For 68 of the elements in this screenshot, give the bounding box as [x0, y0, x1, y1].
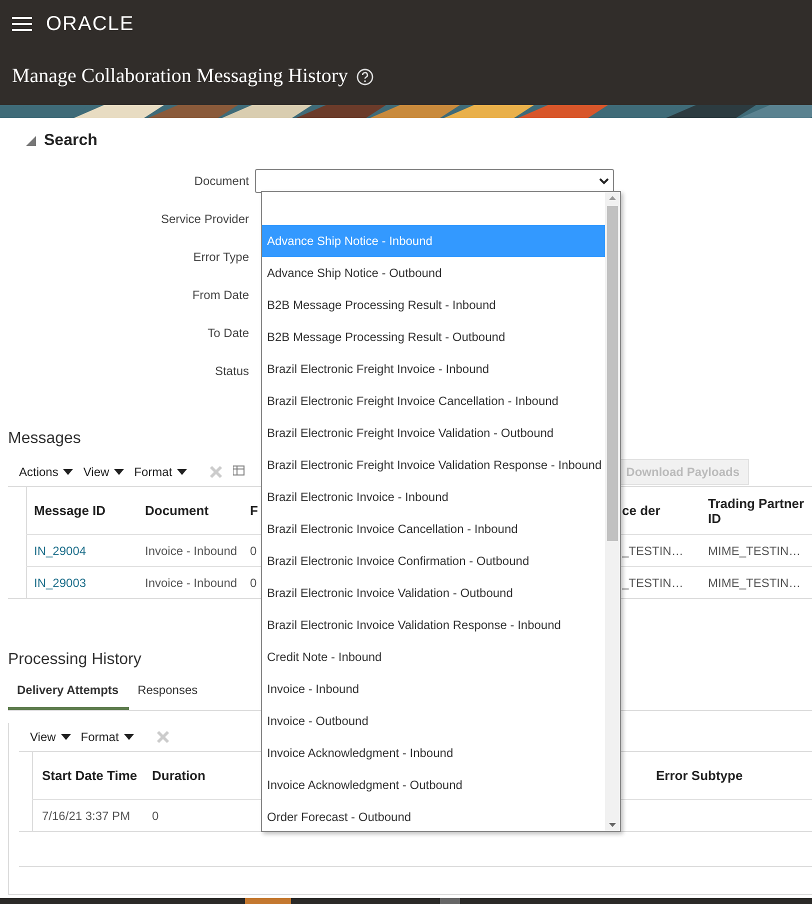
tab[interactable]: Responses	[128, 679, 208, 710]
dropdown-option[interactable]: Brazil Electronic Freight Invoice Validation Response - Inbound	[262, 449, 605, 481]
column-header[interactable]: Document	[137, 487, 250, 534]
dropdown-option[interactable]: Brazil Electronic Freight Invoice Validation - Outbound	[262, 417, 605, 449]
section-title: Processing History	[8, 651, 142, 669]
caret-icon	[60, 734, 71, 740]
dropdown-option[interactable]: Brazil Electronic Invoice Validation Response - Inbound	[262, 609, 605, 641]
help-icon[interactable]	[356, 68, 374, 86]
field-label: From Date	[191, 288, 250, 302]
table-cell: MIME_TESTIN…	[700, 566, 812, 598]
column-header[interactable]: Message ID	[26, 487, 137, 534]
field-label: Status	[214, 364, 250, 378]
column-header[interactable]: Start Date Time	[32, 752, 142, 799]
dropdown-option[interactable]: Invoice - Inbound	[262, 673, 605, 705]
field-label: Service Provider	[160, 212, 250, 226]
menu-button[interactable]: View	[83, 465, 124, 479]
dropdown-option[interactable]: Invoice Acknowledgment - Inbound	[262, 737, 605, 769]
caret-icon	[63, 469, 74, 475]
close-icon	[209, 465, 224, 479]
field-label: Error Type	[192, 250, 250, 264]
caret-icon	[124, 734, 134, 740]
section-title: Search	[44, 132, 98, 150]
message-link[interactable]: IN_29003	[26, 566, 137, 598]
caret-icon	[114, 469, 124, 475]
dropdown-option[interactable]: Brazil Electronic Invoice Confirmation - Outbound	[262, 545, 605, 577]
tab[interactable]: Delivery Attempts	[8, 679, 129, 710]
column-header[interactable]: ce der	[622, 487, 700, 534]
table-cell: 7/16/21 3:37 PM	[32, 799, 142, 831]
dropdown-option[interactable]: Brazil Electronic Freight Invoice Cancellation - Inbound	[262, 385, 605, 417]
dropdown-option[interactable]: Advance Ship Notice - Outbound	[262, 257, 605, 289]
scrollbar[interactable]	[605, 192, 620, 831]
menu-icon[interactable]	[12, 16, 32, 32]
scroll-down-icon	[609, 823, 616, 827]
dropdown-option[interactable]: Invoice Acknowledgment - Outbound	[262, 769, 605, 801]
dropdown-option[interactable]: Brazil Electronic Invoice Cancellation - Inbound	[262, 513, 605, 545]
dropdown-option[interactable]: Brazil Electronic Invoice Validation - Outbound	[262, 577, 605, 609]
menu-button[interactable]: Format	[80, 730, 134, 744]
caret-icon	[177, 469, 188, 475]
table-cell: _TESTIN…	[622, 566, 700, 598]
dropdown-option[interactable]: Credit Note - Inbound	[262, 641, 605, 673]
section-title: Messages	[8, 430, 81, 448]
table-cell: Invoice - Inbound	[137, 566, 250, 598]
scroll-up-icon	[609, 196, 616, 200]
column-header[interactable]: Duration	[142, 752, 242, 799]
dropdown-option[interactable]: B2B Message Processing Result - Inbound	[262, 289, 605, 321]
menu-button[interactable]: View	[30, 730, 71, 744]
chevron-down-icon	[599, 178, 609, 184]
dropdown-option[interactable]: Order Forecast - Outbound	[262, 801, 605, 831]
brand-logo[interactable]: ORACLE	[46, 12, 134, 36]
table-cell: 0	[142, 799, 242, 831]
column-header[interactable]: Error Subtype	[646, 752, 812, 799]
close-icon	[156, 730, 170, 744]
menu-button[interactable]: Actions	[19, 465, 74, 479]
dropdown-option[interactable]: B2B Message Processing Result - Outbound	[262, 321, 605, 353]
table-cell: MIME_TESTIN…	[700, 534, 812, 566]
dropdown-option[interactable]: Invoice - Outbound	[262, 705, 605, 737]
message-link[interactable]: IN_29004	[26, 534, 137, 566]
field-label: Document	[193, 174, 250, 188]
table-cell: _TESTIN…	[622, 534, 700, 566]
column-header[interactable]: Trading Partner ID	[700, 487, 812, 534]
collapse-icon[interactable]	[26, 136, 36, 146]
table-cell: Invoice - Inbound	[137, 534, 250, 566]
menu-button[interactable]: Format	[134, 465, 188, 479]
column-header[interactable]: F	[250, 487, 262, 534]
dropdown-option[interactable]: Brazil Electronic Invoice - Inbound	[262, 481, 605, 513]
dropdown-option[interactable]: Brazil Electronic Freight Invoice - Inbound	[262, 353, 605, 385]
page-title: Manage Collaboration Messaging History	[12, 65, 348, 88]
field-label: To Date	[206, 326, 250, 340]
